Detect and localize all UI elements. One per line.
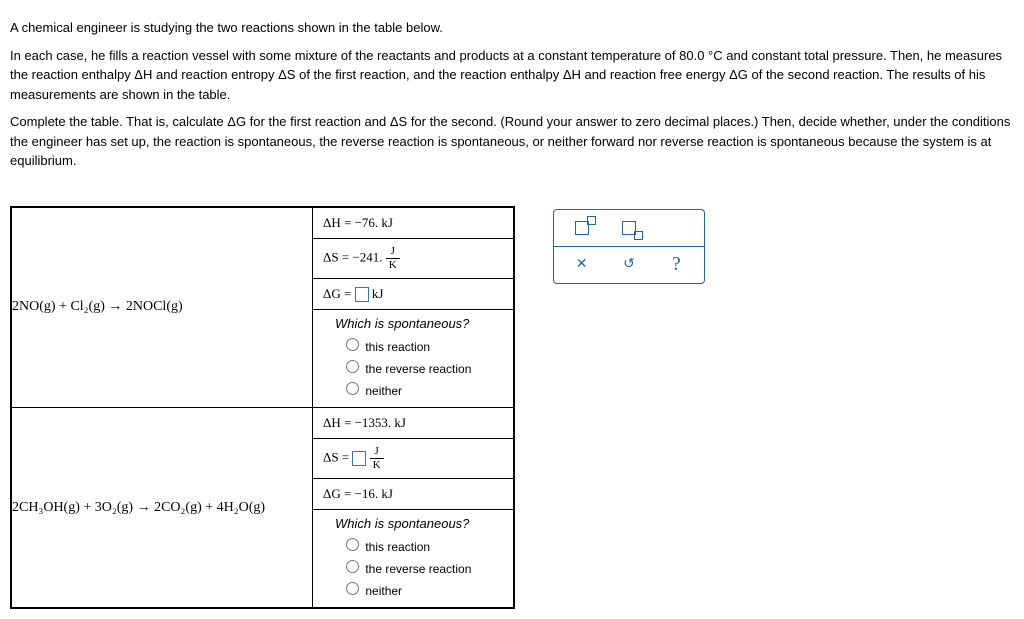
r2-dG: ΔG = −16. kJ: [313, 479, 513, 509]
r1-opt-neither[interactable]: [346, 382, 359, 395]
reaction-1-equation: 2NO(g) + Cl₂(g) → 2NOCl(g): [11, 207, 313, 408]
r2-dH: ΔH = −1353. kJ: [313, 408, 513, 439]
r2-opt-reverse[interactable]: [346, 560, 359, 573]
reaction-2-equation: 2CH₃OH(g) + 3O₂(g) → 2CO₂(g) + 4H₂O(g): [11, 408, 313, 609]
toolbox-panel: ✕ ↺ ?: [553, 209, 705, 284]
clear-button[interactable]: ✕: [569, 253, 595, 277]
r2-dS: ΔS = JK: [313, 439, 513, 479]
r1-spont-title: Which is spontaneous?: [323, 316, 503, 331]
r1-opt-reverse[interactable]: [346, 360, 359, 373]
r2-opt-neither[interactable]: [346, 582, 359, 595]
problem-p1: A chemical engineer is studying the two …: [10, 18, 1014, 38]
r1-dS: ΔS = −241. JK: [313, 239, 513, 279]
r2-dS-input[interactable]: [352, 451, 366, 466]
problem-p3: Complete the table. That is, calculate Δ…: [10, 112, 1014, 171]
subscript-button[interactable]: [616, 216, 642, 240]
reactions-table: 2NO(g) + Cl₂(g) → 2NOCl(g) ΔH = −76. kJ …: [10, 206, 515, 610]
r1-dG: ΔG = kJ: [313, 279, 513, 310]
r1-dH: ΔH = −76. kJ: [313, 208, 513, 239]
r1-opt-this[interactable]: [346, 338, 359, 351]
r1-dG-input[interactable]: [355, 287, 369, 302]
help-button[interactable]: ?: [663, 253, 689, 277]
problem-statement: A chemical engineer is studying the two …: [10, 18, 1014, 171]
r2-spont-title: Which is spontaneous?: [323, 516, 503, 531]
superscript-button[interactable]: [569, 216, 595, 240]
reset-button[interactable]: ↺: [616, 253, 642, 277]
r2-opt-this[interactable]: [346, 538, 359, 551]
problem-p2: In each case, he fills a reaction vessel…: [10, 46, 1014, 105]
